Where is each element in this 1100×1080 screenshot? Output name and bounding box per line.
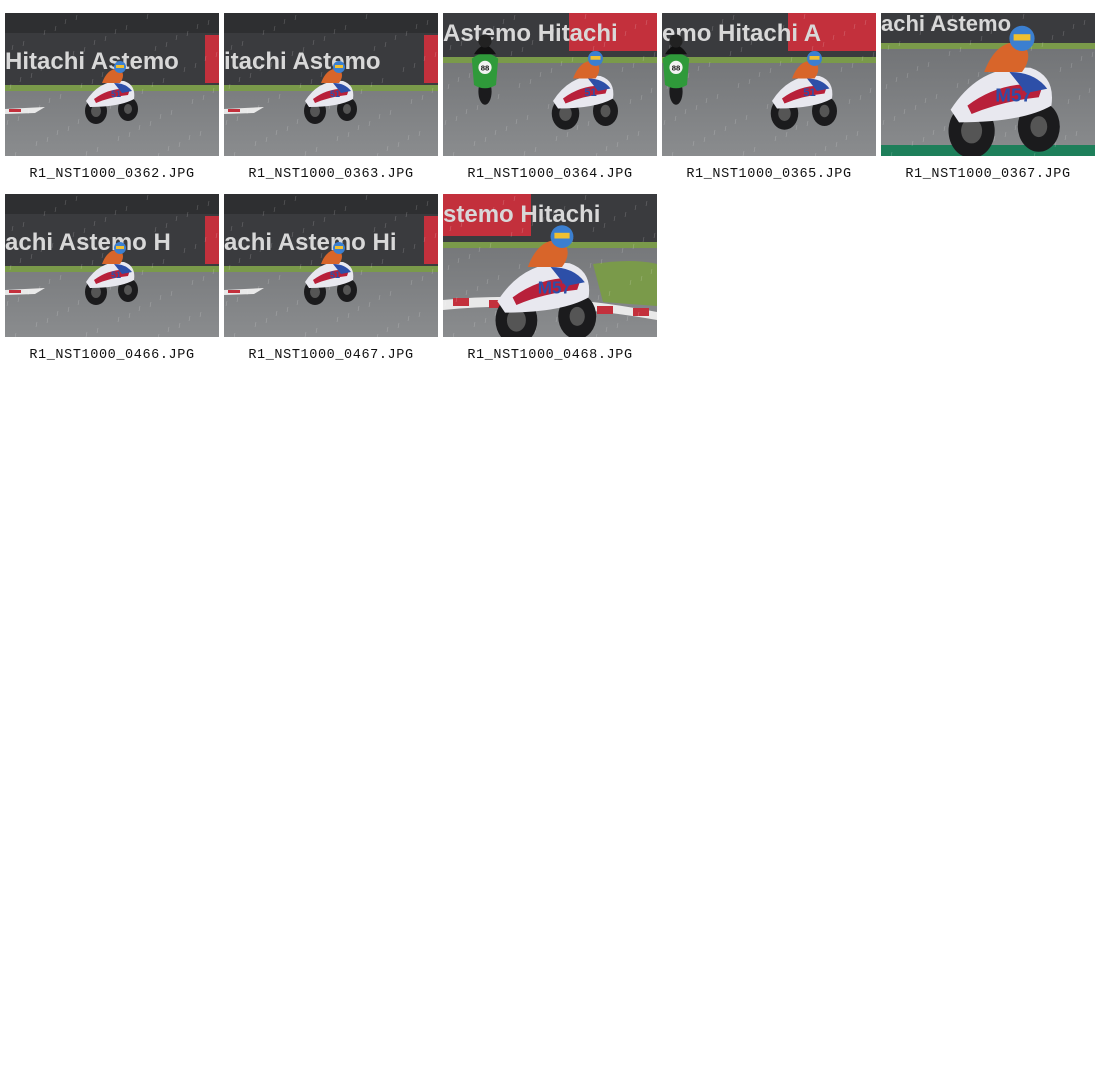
photo-thumbnail[interactable]: achi AstemoM57 bbox=[881, 13, 1095, 156]
photo-thumbnail[interactable]: stemo Hitachi M57 bbox=[443, 194, 657, 337]
svg-text:M57: M57 bbox=[995, 85, 1032, 106]
svg-text:M57: M57 bbox=[538, 279, 571, 298]
photo-filename[interactable]: R1_NST1000_0467.JPG bbox=[248, 346, 413, 366]
gallery-row: Hitachi Astemo 51 R1_NST1000_0362.JPG itach… bbox=[5, 13, 1097, 185]
sponsor-banner-text: itachi Astemo bbox=[224, 48, 380, 75]
photo-tile[interactable]: stemo Hitachi M57 R1_NST1000_0468.JPG bbox=[443, 194, 657, 366]
photo-thumbnail[interactable]: Hitachi Astemo 51 bbox=[5, 13, 219, 156]
photo-tile[interactable]: achi Astemo H 51 R1_NST1000_0466.JPG bbox=[5, 194, 219, 366]
sponsor-banner-text: achi Astemo H bbox=[5, 229, 171, 256]
svg-text:51: 51 bbox=[330, 89, 340, 99]
sponsor-banner-text: stemo Hitachi bbox=[443, 201, 600, 228]
grass-strip bbox=[881, 43, 1095, 49]
gallery-row: achi Astemo H 51 R1_NST1000_0466.JPG achi A… bbox=[5, 194, 1097, 366]
svg-text:88: 88 bbox=[672, 64, 681, 73]
photo-gallery: Hitachi Astemo 51 R1_NST1000_0362.JPG itach… bbox=[5, 13, 1097, 375]
photo-thumbnail[interactable]: Astemo Hitachi 88 51 bbox=[443, 13, 657, 156]
photo-tile[interactable]: achi Astemo M57 R1_NST1000_0367.JPG bbox=[881, 13, 1095, 185]
svg-text:51: 51 bbox=[111, 270, 121, 280]
photo-filename[interactable]: R1_NST1000_0367.JPG bbox=[905, 165, 1070, 185]
photo-tile[interactable]: achi Astemo Hi 51 R1_NST1000_0467.JPG bbox=[224, 194, 438, 366]
sponsor-banner-text: emo Hitachi A bbox=[662, 20, 821, 47]
grass-strip bbox=[662, 57, 876, 63]
sponsor-banner-text: Astemo Hitachi bbox=[443, 20, 618, 47]
photo-tile[interactable]: Astemo Hitachi 88 51 R1_NST1000_0364.JPG bbox=[443, 13, 657, 185]
photo-filename[interactable]: R1_NST1000_0365.JPG bbox=[686, 165, 851, 185]
svg-text:51: 51 bbox=[584, 87, 597, 99]
photo-tile[interactable]: emo Hitachi A 88 51 R1_NST1000_0365.JPG bbox=[662, 13, 876, 185]
svg-text:51: 51 bbox=[803, 87, 816, 99]
photo-thumbnail[interactable]: itachi Astemo 51 bbox=[224, 13, 438, 156]
sponsor-banner-text: achi Astemo Hi bbox=[224, 229, 397, 256]
svg-text:88: 88 bbox=[481, 64, 490, 73]
svg-text:51: 51 bbox=[330, 270, 340, 280]
photo-thumbnail[interactable]: achi Astemo H 51 bbox=[5, 194, 219, 337]
sponsor-banner-text: Hitachi Astemo bbox=[5, 48, 179, 75]
svg-text:51: 51 bbox=[111, 89, 121, 99]
photo-filename[interactable]: R1_NST1000_0466.JPG bbox=[29, 346, 194, 366]
photo-thumbnail[interactable]: emo Hitachi A 88 51 bbox=[662, 13, 876, 156]
photo-tile[interactable]: itachi Astemo 51 R1_NST1000_0363.JPG bbox=[224, 13, 438, 185]
photo-tile[interactable]: Hitachi Astemo 51 R1_NST1000_0362.JPG bbox=[5, 13, 219, 185]
photo-thumbnail[interactable]: achi Astemo Hi 51 bbox=[224, 194, 438, 337]
photo-filename[interactable]: R1_NST1000_0362.JPG bbox=[29, 165, 194, 185]
photo-filename[interactable]: R1_NST1000_0363.JPG bbox=[248, 165, 413, 185]
photo-filename[interactable]: R1_NST1000_0364.JPG bbox=[467, 165, 632, 185]
photo-filename[interactable]: R1_NST1000_0468.JPG bbox=[467, 346, 632, 366]
